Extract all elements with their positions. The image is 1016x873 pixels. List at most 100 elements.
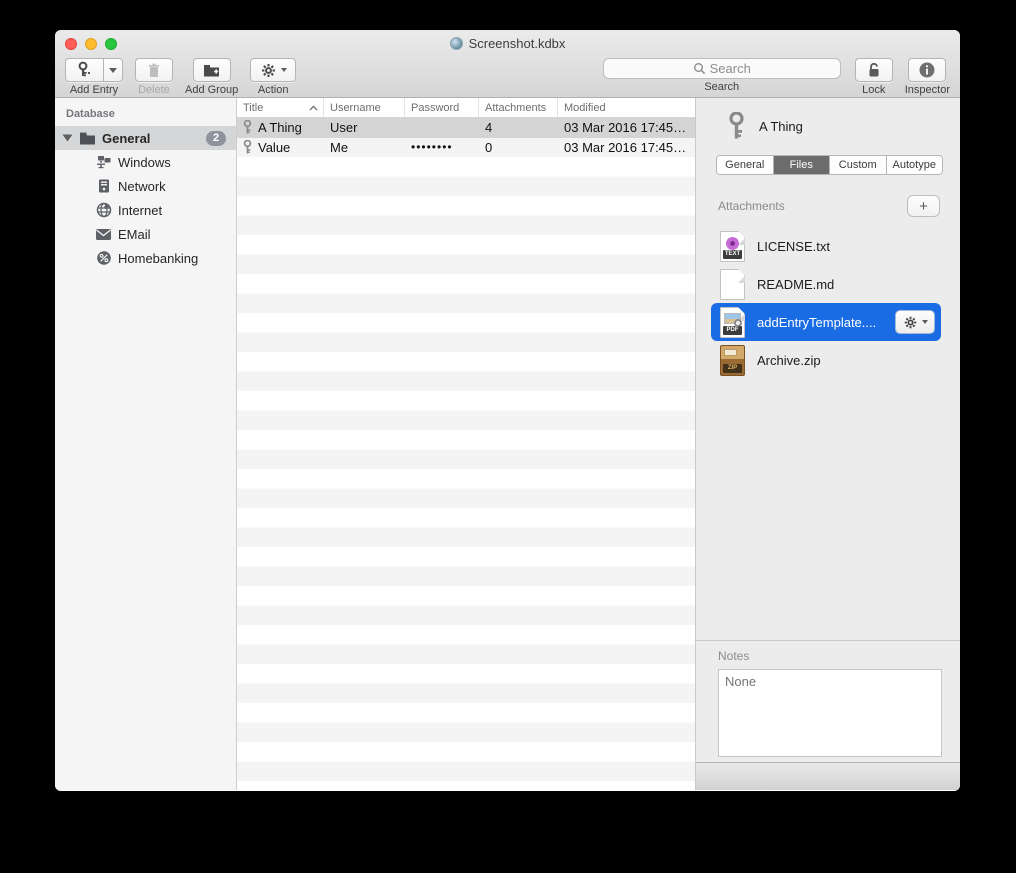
entry-title: A Thing [258,120,302,135]
sidebar-item-windows[interactable]: Windows [55,150,236,174]
column-header-password[interactable]: Password [405,98,479,117]
app-window: Screenshot.kdbx [55,30,960,791]
text-file-icon: TEXT [720,231,745,262]
entry-modified: 03 Mar 2016 17:45… [558,120,695,135]
windows-group-icon [95,154,112,171]
delete-button[interactable] [135,58,173,82]
tab-general[interactable]: General [717,156,774,174]
sidebar-item-general[interactable]: General 2 [55,126,236,150]
disclosure-triangle-icon[interactable] [63,135,73,142]
action-label: Action [258,84,289,96]
attachment-name: Archive.zip [757,353,821,368]
window-title: Screenshot.kdbx [469,36,566,51]
entry-attachments-count: 0 [479,140,558,155]
sidebar-item-label: Network [118,179,166,194]
column-header-attachments[interactable]: Attachments [479,98,558,117]
attachment-item[interactable]: README.md [696,265,960,303]
search-placeholder: Search [710,61,751,76]
entry-attachments-count: 4 [479,120,558,135]
inspector-button[interactable] [908,58,946,82]
column-header-username[interactable]: Username [324,98,405,117]
add-group-label: Add Group [185,84,238,96]
markdown-file-icon [720,269,745,300]
search-icon [693,62,706,75]
attachment-action-button[interactable] [895,310,935,334]
entry-username: User [324,120,405,135]
plus-icon: + [919,198,928,215]
attachment-list: TEXT LICENSE.txt README.md PDF addEnt [696,227,960,379]
column-header-title[interactable]: Title [237,98,324,117]
toolbar: Add Entry Delete [55,56,960,98]
tab-files[interactable]: Files [774,156,831,174]
sidebar-item-email[interactable]: EMail [55,222,236,246]
tab-custom[interactable]: Custom [830,156,887,174]
sidebar: Database General 2 [55,98,237,790]
folder-icon [79,130,96,147]
dropdown-arrow-icon [281,68,287,72]
key-icon [728,112,745,141]
add-entry-label: Add Entry [70,84,118,96]
add-group-button[interactable] [193,58,231,82]
sort-ascending-icon [309,105,318,111]
sidebar-item-homebanking[interactable]: Homebanking [55,246,236,270]
search-input[interactable]: Search [603,58,841,79]
key-icon [243,140,252,155]
attachment-item[interactable]: ZIP Archive.zip [696,341,960,379]
sidebar-item-label: Internet [118,203,162,218]
attachments-label: Attachments [718,199,785,213]
zip-file-icon: ZIP [720,345,745,376]
document-proxy-icon[interactable] [450,37,463,50]
key-icon [243,120,252,135]
sidebar-item-label: Windows [118,155,171,170]
notes-label: Notes [718,649,960,663]
window-chrome: Screenshot.kdbx [55,30,960,98]
email-group-icon [95,226,112,243]
sidebar-item-label: EMail [118,227,151,242]
add-entry-dropdown[interactable] [103,58,123,82]
entry-table: Title Username Password Attachments Modi… [237,98,695,790]
open-padlock-icon [866,62,882,79]
table-row[interactable]: Value Me •••••••• 0 03 Mar 2016 17:45… [237,138,695,158]
folder-plus-icon [202,62,221,78]
tab-autotype[interactable]: Autotype [887,156,943,174]
entry-password: •••••••• [405,140,479,154]
key-plus-icon[interactable] [65,58,103,82]
delete-label: Delete [138,84,170,96]
info-circle-icon [918,61,936,79]
attachment-name: LICENSE.txt [757,239,830,254]
notes-input[interactable] [718,669,942,757]
sidebar-item-label: General [102,131,150,146]
titlebar: Screenshot.kdbx [55,30,960,56]
internet-group-icon [95,202,112,219]
gear-icon [903,315,918,330]
gear-icon [260,62,277,79]
sidebar-item-internet[interactable]: Internet [55,198,236,222]
entry-count-badge: 2 [206,131,226,146]
inspector-bottom-bar [696,762,960,790]
trash-icon [146,62,162,79]
attachment-item[interactable]: TEXT LICENSE.txt [696,227,960,265]
attachment-item-selected[interactable]: PDF addEntryTemplate.... [711,303,941,341]
dropdown-arrow-icon [922,320,928,324]
network-group-icon [95,178,112,195]
action-button[interactable] [250,58,296,82]
homebanking-group-icon [95,250,112,267]
column-header-modified[interactable]: Modified [558,98,695,117]
add-entry-button[interactable] [65,58,123,82]
inspector-panel: A Thing General Files Custom Autotype At… [695,98,960,790]
sidebar-section-header: Database [55,108,236,126]
lock-button[interactable] [855,58,893,82]
table-header: Title Username Password Attachments Modi… [237,98,695,118]
table-row[interactable]: A Thing User 4 03 Mar 2016 17:45… [237,118,695,138]
entry-title: Value [258,140,290,155]
attachment-name: README.md [757,277,834,292]
table-body: A Thing User 4 03 Mar 2016 17:45… [237,118,695,790]
inspector-tabs: General Files Custom Autotype [716,155,943,175]
inspector-entry-title: A Thing [759,119,803,134]
sidebar-item-network[interactable]: Network [55,174,236,198]
dropdown-arrow-icon [109,68,117,73]
pdf-file-icon: PDF [720,307,745,338]
inspector-label: Inspector [905,84,950,96]
attachment-name: addEntryTemplate.... [757,315,876,330]
add-attachment-button[interactable]: + [907,195,940,217]
